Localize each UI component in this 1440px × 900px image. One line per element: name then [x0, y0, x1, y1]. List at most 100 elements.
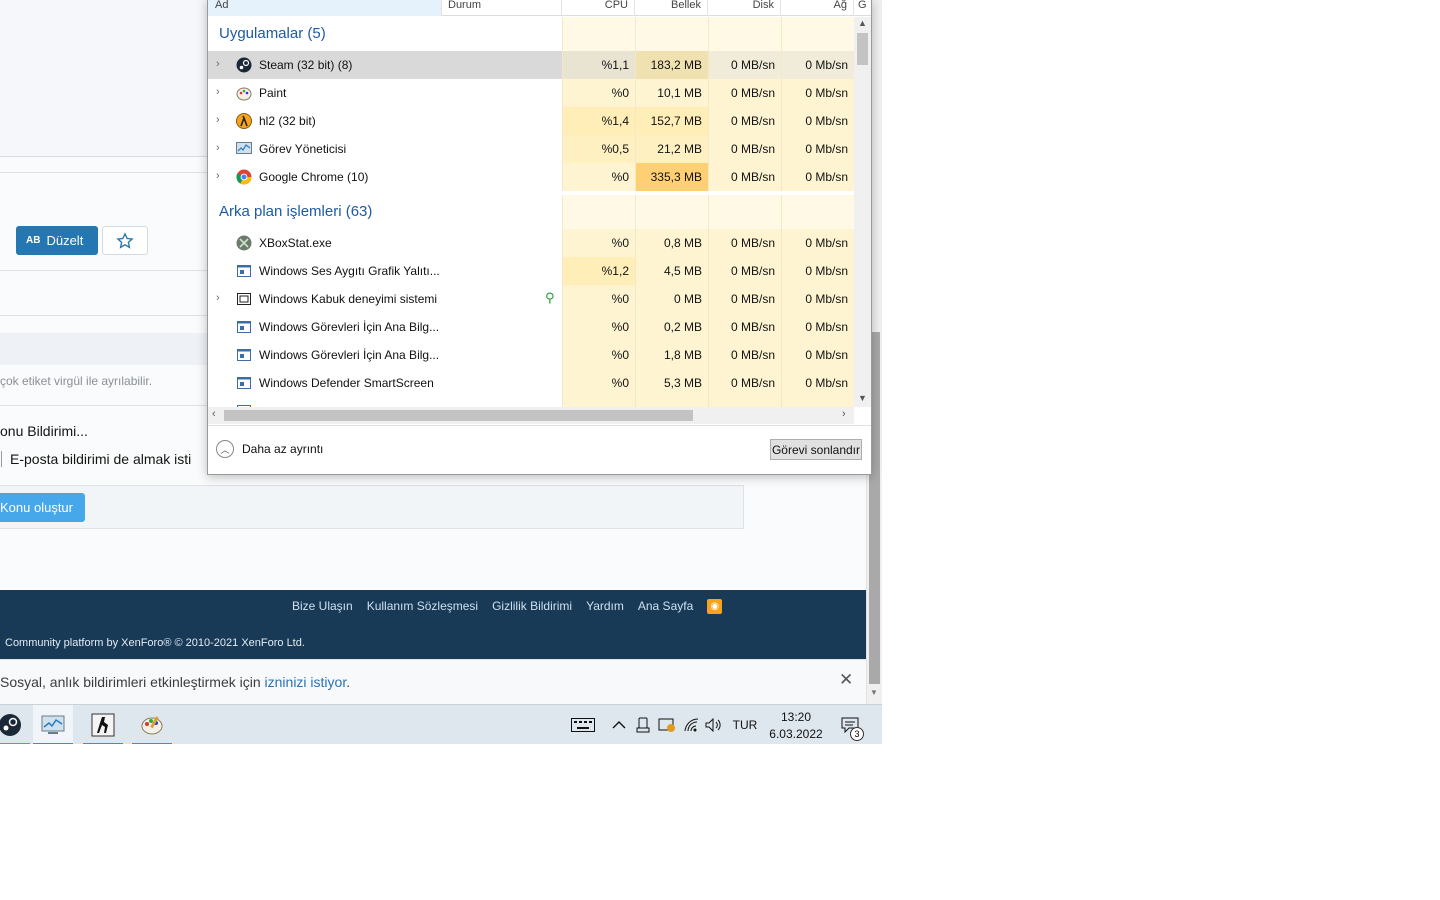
process-list-hscrollbar[interactable]: ‹ ›	[208, 407, 854, 424]
column-memory[interactable]: Bellek	[635, 0, 708, 16]
scroll-down-arrow-icon[interactable]: ▼	[858, 393, 867, 403]
volume-icon[interactable]	[704, 705, 724, 744]
process-name: Steam (32 bit) (8)	[259, 58, 353, 72]
process-row-steam[interactable]: › Steam (32 bit) (8) %1,1 183,2 MB 0 MB/…	[208, 51, 854, 79]
process-name: Windows Defender SmartScreen	[259, 376, 434, 390]
star-icon	[116, 231, 134, 249]
process-row-xboxstat[interactable]: XBoxStat.exe %0 0,8 MB 0 MB/sn 0 Mb/sn	[208, 229, 854, 257]
push-permission-text: Sosyal, anlık bildirimleri etkinleştirme…	[0, 674, 350, 690]
column-name[interactable]: Ad	[208, 0, 442, 16]
process-name: XBoxStat.exe	[259, 236, 332, 250]
task-manager-icon	[236, 142, 252, 154]
process-row-audio-isolation[interactable]: Windows Ses Aygıtı Grafik Yalıtı... %1,2…	[208, 257, 854, 285]
taskbar-paint[interactable]	[132, 705, 172, 744]
touch-keyboard-icon[interactable]	[569, 705, 597, 744]
fewer-details-button[interactable]: ︿ Daha az ayrıntı	[216, 440, 323, 458]
process-icon	[237, 265, 251, 277]
scroll-down-arrow-icon[interactable]: ▼	[870, 688, 878, 697]
memory-value: 152,7 MB	[635, 107, 708, 135]
clock[interactable]: 13:20 6.03.2022	[766, 709, 826, 743]
scroll-right-arrow-icon[interactable]: ›	[842, 408, 846, 420]
process-row-task-manager[interactable]: › Görev Yöneticisi %0,5 21,2 MB 0 MB/sn …	[208, 135, 854, 163]
process-name: Windows Kabuk deneyimi sistemi	[259, 292, 438, 306]
process-name: Windows Görevleri İçin Ana Bilg...	[259, 348, 440, 362]
hscroll-thumb[interactable]	[224, 410, 693, 421]
end-task-button[interactable]: Görevi sonlandır	[770, 439, 862, 460]
disk-value: 0 MB/sn	[708, 107, 781, 135]
column-cpu[interactable]: CPU	[562, 0, 635, 16]
chevron-right-icon[interactable]: ›	[216, 292, 226, 304]
process-icon	[237, 321, 251, 333]
spellcheck-icon: AB	[26, 234, 41, 246]
taskbar-counter-strike[interactable]	[83, 705, 123, 744]
process-row-task-host-1[interactable]: Windows Görevleri İçin Ana Bilg... %0 0,…	[208, 313, 854, 341]
language-indicator[interactable]: TUR	[730, 705, 760, 744]
chevron-right-icon[interactable]: ›	[216, 114, 226, 126]
chevron-up-icon[interactable]	[609, 705, 629, 744]
clock-time: 13:20	[780, 710, 812, 724]
process-row-chrome[interactable]: › Google Chrome (10) %0 335,3 MB 0 MB/sn…	[208, 163, 854, 191]
close-icon[interactable]: ✕	[839, 670, 853, 690]
cpu-cell	[562, 397, 635, 407]
cpu-value: %1,4	[562, 107, 635, 135]
taskbar-indicator	[33, 743, 73, 744]
create-thread-button[interactable]: Konu oluştur	[0, 493, 85, 522]
column-header: Ad Durum CPU Bellek Disk Ağ G	[208, 0, 871, 16]
group-apps[interactable]: Uygulamalar (5)	[208, 17, 854, 51]
footer-link-contact[interactable]: Bize Ulaşın	[292, 599, 353, 614]
push-permission-message: Sosyal, anlık bildirimleri etkinleştirme…	[0, 674, 265, 690]
group-background[interactable]: Arka plan işlemleri (63)	[208, 195, 854, 229]
column-disk[interactable]: Disk	[708, 0, 781, 16]
column-gpu[interactable]: G	[854, 0, 871, 16]
memory-value: 183,2 MB	[635, 51, 708, 79]
column-network[interactable]: Ağ	[781, 0, 854, 16]
heat-col	[562, 17, 635, 51]
footer-link-terms[interactable]: Kullanım Sözleşmesi	[367, 599, 478, 614]
footer-link-help[interactable]: Yardım	[586, 599, 624, 614]
process-icon	[237, 377, 251, 389]
disk-value: 0 MB/sn	[708, 369, 781, 397]
scroll-left-arrow-icon[interactable]: ‹	[212, 408, 216, 420]
process-row-shell-experience[interactable]: › Windows Kabuk deneyimi sistemi ⚲ %0 0 …	[208, 285, 854, 313]
process-row-paint[interactable]: › Paint %0 10,1 MB 0 MB/sn 0 Mb/sn	[208, 79, 854, 107]
taskbar-task-manager[interactable]	[33, 705, 73, 744]
process-row-smartscreen[interactable]: Windows Defender SmartScreen %0 5,3 MB 0…	[208, 369, 854, 397]
network-value: 0 Mb/sn	[781, 285, 854, 313]
device-icon[interactable]	[634, 705, 652, 744]
chevron-up-circle-icon: ︿	[216, 440, 234, 458]
vscroll-thumb[interactable]	[857, 33, 868, 65]
memory-value: 0 MB	[635, 285, 708, 313]
process-name: Windows Ses Aygıtı Grafik Yalıtı...	[259, 264, 440, 278]
wifi-icon[interactable]	[682, 705, 702, 744]
edit-button[interactable]: AB Düzelt	[16, 226, 98, 255]
chevron-right-icon[interactable]: ›	[216, 58, 226, 70]
cpu-value: %0	[562, 163, 635, 191]
task-manager-footer: ︿ Daha az ayrıntı Görevi sonlandır	[208, 425, 871, 474]
favorite-button[interactable]	[102, 226, 148, 255]
footer-link-home[interactable]: Ana Sayfa	[638, 599, 693, 614]
process-row-hl2[interactable]: › hl2 (32 bit) %1,4 152,7 MB 0 MB/sn 0 M…	[208, 107, 854, 135]
cpu-value: %1,2	[562, 257, 635, 285]
security-icon[interactable]	[656, 705, 678, 744]
email-notification-checkbox[interactable]: E-posta bildirimi de almak isti	[0, 451, 191, 467]
push-permission-link[interactable]: izninizi istiyor	[265, 674, 347, 690]
cpu-value: %0	[562, 229, 635, 257]
process-list-vscrollbar[interactable]: ▲ ▼	[854, 17, 871, 407]
name-cell: Windows Görevleri İçin Ana Bilg...	[208, 341, 562, 369]
name-cell: XBoxStat.exe	[208, 229, 562, 257]
rss-icon[interactable]: ◉	[707, 599, 723, 614]
process-icon	[237, 349, 251, 361]
process-row-partial[interactable]	[208, 397, 854, 407]
chevron-right-icon[interactable]: ›	[216, 170, 226, 182]
footer-link-privacy[interactable]: Gizlilik Bildirimi	[492, 599, 572, 614]
scroll-up-arrow-icon[interactable]: ▲	[858, 18, 867, 28]
chevron-right-icon[interactable]: ›	[216, 86, 226, 98]
process-row-task-host-2[interactable]: Windows Görevleri İçin Ana Bilg... %0 1,…	[208, 341, 854, 369]
checkbox-edge	[0, 451, 2, 467]
chevron-right-icon[interactable]: ›	[216, 142, 226, 154]
push-permission-end: .	[346, 674, 351, 690]
disk-value: 0 MB/sn	[708, 285, 781, 313]
column-status[interactable]: Durum	[442, 0, 562, 16]
taskbar-steam[interactable]	[0, 705, 30, 744]
disk-value: 0 MB/sn	[708, 313, 781, 341]
